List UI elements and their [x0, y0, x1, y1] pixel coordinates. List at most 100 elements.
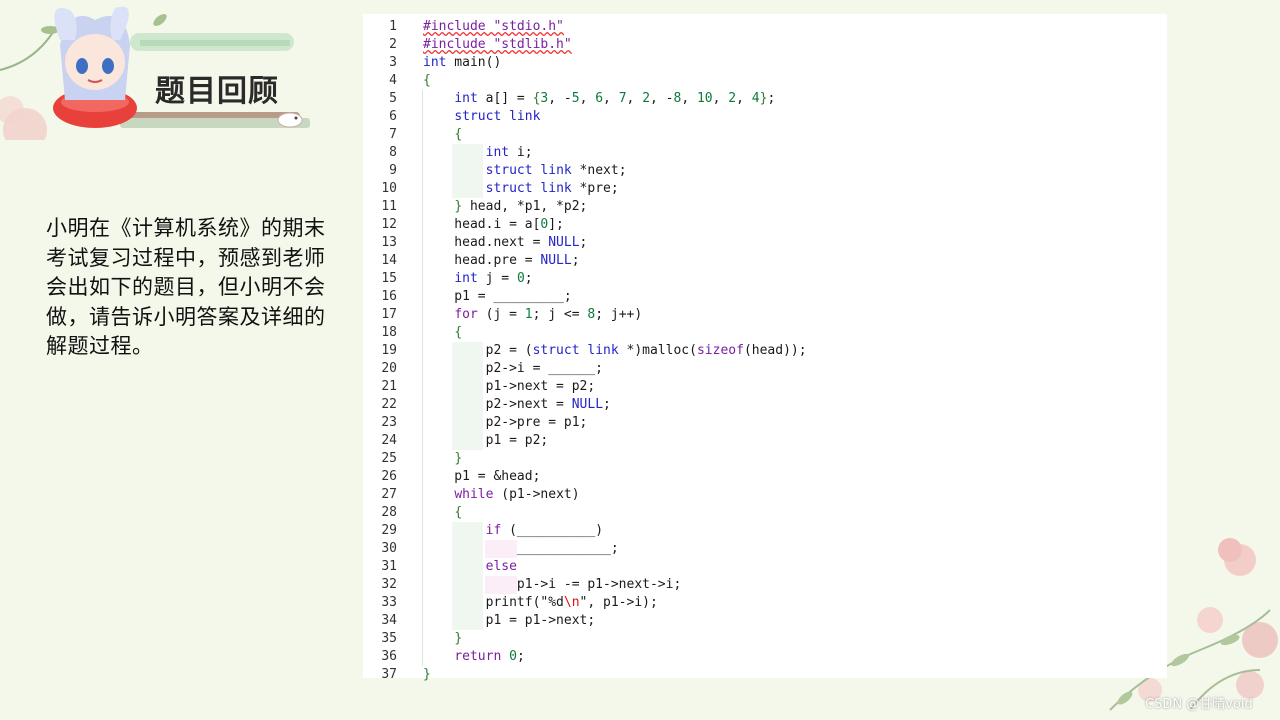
- csdn-watermark: CSDN @甘晴void: [1145, 697, 1253, 712]
- code-line: 20 p2->i = ______;: [363, 360, 1167, 378]
- code-text: }: [454, 451, 463, 466]
- line-number: 22: [381, 397, 397, 412]
- code-text: struct link *next;: [485, 163, 627, 178]
- code-line: 4{: [363, 72, 1167, 90]
- code-text: return 0;: [454, 649, 525, 664]
- code-text: for (j = 1; j <= 8; j++): [454, 307, 643, 322]
- code-line: 28 {: [363, 504, 1167, 522]
- line-number: 31: [381, 559, 397, 574]
- code-line: 15 int j = 0;: [363, 270, 1167, 288]
- line-number: 10: [381, 181, 397, 196]
- code-line: 14 head.pre = NULL;: [363, 252, 1167, 270]
- line-number: 34: [381, 613, 397, 628]
- code-text: if (__________): [485, 523, 604, 538]
- code-line: 23 p2->pre = p1;: [363, 414, 1167, 432]
- code-line: 34 p1 = p1->next;: [363, 612, 1167, 630]
- line-number: 27: [381, 487, 397, 502]
- code-line: 6 struct link: [363, 108, 1167, 126]
- line-number: 6: [389, 109, 397, 124]
- line-number: 37: [381, 667, 397, 682]
- code-line: 17 for (j = 1; j <= 8; j++): [363, 306, 1167, 324]
- code-line: 5 int a[] = {3, -5, 6, 7, 2, -8, 10, 2, …: [363, 90, 1167, 108]
- line-number: 4: [389, 73, 397, 88]
- line-number: 30: [381, 541, 397, 556]
- code-text: #include "stdio.h": [423, 19, 564, 34]
- code-text: p1 = p2;: [423, 433, 549, 448]
- code-text: p2->i = ______;: [423, 361, 604, 376]
- line-number: 14: [381, 253, 397, 268]
- code-line: 16 p1 = _________;: [363, 288, 1167, 306]
- code-line: 31 else: [363, 558, 1167, 576]
- code-line: 30 ____________;: [363, 540, 1167, 558]
- code-text: int main(): [423, 55, 502, 70]
- line-number: 12: [381, 217, 397, 232]
- code-text: } head, *p1, *p2;: [454, 199, 588, 214]
- line-number: 33: [381, 595, 397, 610]
- problem-description: 小明在《计算机系统》的期末考试复习过程中，预感到老师会出如下的题目，但小明不会做…: [46, 216, 326, 358]
- code-text: ____________;: [423, 541, 619, 556]
- code-line: 32 p1->i -= p1->next->i;: [363, 576, 1167, 594]
- code-line: 9 struct link *next;: [363, 162, 1167, 180]
- code-line: 26 p1 = &head;: [363, 468, 1167, 486]
- code-text: int j = 0;: [454, 271, 533, 286]
- code-line: 19 p2 = (struct link *)malloc(sizeof(hea…: [363, 342, 1167, 360]
- line-number: 29: [381, 523, 397, 538]
- code-text: p1 = &head;: [423, 469, 541, 484]
- line-number: 9: [389, 163, 397, 178]
- line-number: 7: [389, 127, 397, 142]
- code-text: #include "stdlib.h": [423, 37, 572, 52]
- line-number: 8: [389, 145, 397, 160]
- code-text: head.i = a[0];: [423, 217, 564, 232]
- line-number: 36: [381, 649, 397, 664]
- line-number: 24: [381, 433, 397, 448]
- slide-title: 题目回顾: [155, 74, 279, 109]
- code-text: {: [454, 325, 463, 340]
- line-number: 16: [381, 289, 397, 304]
- line-number: 20: [381, 361, 397, 376]
- code-text: }: [454, 631, 463, 646]
- code-line: 1 #include "stdio.h": [363, 18, 1167, 36]
- code-line: 21 p1->next = p2;: [363, 378, 1167, 396]
- code-text: p1->next = p2;: [423, 379, 596, 394]
- code-text: p1 = _________;: [423, 289, 572, 304]
- code-line: 36 return 0;: [363, 648, 1167, 666]
- line-number: 15: [381, 271, 397, 286]
- code-text: {: [423, 73, 431, 88]
- code-text: int a[] = {3, -5, 6, 7, 2, -8, 10, 2, 4}…: [454, 91, 776, 106]
- code-text: {: [454, 505, 463, 520]
- line-number: 35: [381, 631, 397, 646]
- line-number: 21: [381, 379, 397, 394]
- code-text: head.next = NULL;: [423, 235, 588, 250]
- code-line: 25 }: [363, 450, 1167, 468]
- line-number: 13: [381, 235, 397, 250]
- line-number: 5: [389, 91, 397, 106]
- line-number: 25: [381, 451, 397, 466]
- line-number: 3: [389, 55, 397, 70]
- code-line: 29 if (__________): [363, 522, 1167, 540]
- code-text: p2->pre = p1;: [423, 415, 588, 430]
- code-text: }: [423, 667, 431, 682]
- line-number: 26: [381, 469, 397, 484]
- code-line: 11 } head, *p1, *p2;: [363, 198, 1167, 216]
- line-number: 19: [381, 343, 397, 358]
- code-line: 13 head.next = NULL;: [363, 234, 1167, 252]
- code-text: p1 = p1->next;: [423, 613, 596, 628]
- code-line: 3 int main(): [363, 54, 1167, 72]
- code-text: p2->next = NULL;: [423, 397, 611, 412]
- code-text: while (p1->next): [454, 487, 580, 502]
- code-text: printf("%d\n", p1->i);: [423, 595, 658, 610]
- code-line: 22 p2->next = NULL;: [363, 396, 1167, 414]
- code-text: struct link *pre;: [485, 181, 619, 196]
- code-line: 12 head.i = a[0];: [363, 216, 1167, 234]
- code-screenshot-panel: 1 #include "stdio.h" 2 #include "stdlib.h" 3…: [363, 14, 1167, 682]
- code-text: int i;: [485, 145, 533, 160]
- code-text: head.pre = NULL;: [423, 253, 580, 268]
- line-number: 1: [389, 19, 397, 34]
- line-number: 2: [389, 37, 397, 52]
- code-line: 10 struct link *pre;: [363, 180, 1167, 198]
- code-line: 33 printf("%d\n", p1->i);: [363, 594, 1167, 612]
- line-number: 23: [381, 415, 397, 430]
- line-number: 11: [381, 199, 397, 214]
- line-number: 18: [381, 325, 397, 340]
- code-text: struct link: [454, 109, 541, 124]
